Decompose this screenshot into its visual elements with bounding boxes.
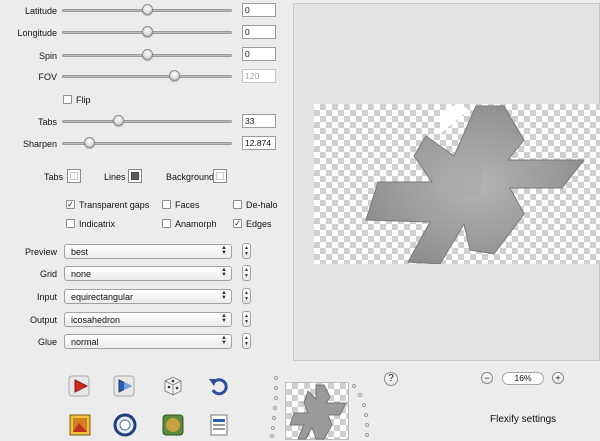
- map-button[interactable]: [160, 412, 186, 438]
- longitude-slider-knob[interactable]: [142, 26, 153, 37]
- navigator-preview-image: [289, 384, 347, 440]
- render-preview-button[interactable]: [67, 373, 93, 399]
- footer-title: Flexify settings: [490, 414, 557, 425]
- globe-button[interactable]: [112, 412, 138, 438]
- tabs-color-label: Tabs: [44, 172, 64, 182]
- anamorph-checkbox[interactable]: [162, 219, 171, 228]
- fov-slider-knob[interactable]: [169, 70, 181, 81]
- zoom-out-button[interactable]: −: [481, 372, 493, 384]
- updown-icon: ▲ ▼: [221, 313, 227, 324]
- output-select-value: icosahedron: [71, 315, 121, 325]
- transparent-gaps-checkbox[interactable]: ✓: [66, 200, 75, 209]
- latitude-label: Latitude: [24, 6, 57, 16]
- output-stepper[interactable]: ▲ ▼: [242, 311, 251, 327]
- glue-stepper[interactable]: ▲ ▼: [242, 333, 251, 349]
- longitude-slider[interactable]: [62, 26, 232, 38]
- spin-slider[interactable]: [62, 49, 232, 61]
- background-color-label: Background: [166, 172, 215, 182]
- tabs-slider[interactable]: [62, 115, 232, 127]
- save-image-button[interactable]: [67, 412, 93, 438]
- spin-field[interactable]: 0: [242, 47, 276, 61]
- updown-icon: ▲ ▼: [221, 290, 227, 301]
- output-label: Output: [29, 315, 57, 325]
- map-icon: [162, 414, 184, 436]
- updown-icon: ▲ ▼: [221, 245, 227, 256]
- preview-select[interactable]: best ▲ ▼: [64, 244, 232, 259]
- updown-icon: ▲ ▼: [221, 267, 227, 278]
- fov-slider[interactable]: [62, 70, 232, 82]
- faces-checkbox[interactable]: [162, 200, 171, 209]
- grid-label: Grid: [39, 269, 57, 279]
- settings-file-button[interactable]: [206, 412, 232, 438]
- anamorph-label: Anamorph: [175, 219, 217, 229]
- dehalo-label: De-halo: [246, 200, 278, 210]
- transparent-gaps-label: Transparent gaps: [79, 200, 150, 210]
- input-select-value: equirectangular: [71, 292, 134, 302]
- lines-color-label: Lines: [104, 172, 126, 182]
- settings-file-icon: [210, 414, 228, 436]
- render-forward-button[interactable]: [112, 373, 138, 399]
- plus-icon: +: [555, 373, 561, 383]
- latitude-field[interactable]: 0: [242, 3, 276, 17]
- flip-label: Flip: [76, 95, 91, 105]
- grid-stepper[interactable]: ▲ ▼: [242, 265, 251, 281]
- tabs-field[interactable]: 33: [242, 114, 276, 128]
- minus-icon: −: [484, 373, 490, 383]
- undo-icon: [209, 378, 228, 396]
- preview-select-value: best: [71, 247, 89, 257]
- render-forward-icon: [113, 375, 135, 397]
- longitude-field[interactable]: 0: [242, 25, 276, 39]
- spin-slider-knob[interactable]: [142, 49, 153, 60]
- sharpen-label: Sharpen: [22, 139, 57, 149]
- faces-label: Faces: [175, 200, 200, 210]
- zoom-level-field[interactable]: 16%: [502, 372, 544, 385]
- latitude-slider-knob[interactable]: [142, 4, 153, 15]
- sharpen-slider[interactable]: [62, 137, 232, 149]
- dehalo-checkbox[interactable]: [233, 200, 242, 209]
- render-preview-icon: [68, 375, 90, 397]
- help-button[interactable]: ?: [384, 372, 398, 386]
- edges-checkbox[interactable]: ✓: [233, 219, 242, 228]
- random-dice-icon: [164, 376, 182, 396]
- input-stepper[interactable]: ▲ ▼: [242, 288, 251, 304]
- icosahedron-preview-image: [365, 104, 586, 264]
- latitude-slider[interactable]: [62, 4, 232, 16]
- indicatrix-checkbox[interactable]: [66, 219, 75, 228]
- preview-canvas[interactable]: [314, 104, 600, 264]
- grid-select[interactable]: none ▲ ▼: [64, 266, 232, 281]
- help-glyph: ?: [388, 373, 394, 384]
- edges-label: Edges: [246, 219, 272, 229]
- sharpen-field[interactable]: 12.874: [242, 136, 276, 150]
- tabs-color-well[interactable]: [67, 169, 81, 183]
- save-image-icon: [69, 414, 91, 436]
- random-button[interactable]: [160, 373, 186, 399]
- background-color-well[interactable]: [213, 169, 227, 183]
- input-label: Input: [36, 292, 57, 302]
- spin-label: Spin: [38, 51, 57, 61]
- output-select[interactable]: icosahedron ▲ ▼: [64, 312, 232, 327]
- preview-label: Preview: [24, 247, 57, 257]
- tabs-slider-knob[interactable]: [113, 115, 125, 126]
- preview-panel[interactable]: [293, 3, 600, 361]
- glue-select-value: normal: [71, 337, 99, 347]
- preview-stepper[interactable]: ▲ ▼: [242, 243, 251, 259]
- glue-select[interactable]: normal ▲ ▼: [64, 334, 232, 349]
- tabs-slider-label: Tabs: [37, 117, 57, 127]
- longitude-label: Longitude: [17, 28, 57, 38]
- undo-button[interactable]: [206, 373, 232, 399]
- indicatrix-label: Indicatrix: [79, 219, 116, 229]
- navigator-thumbnail[interactable]: [285, 382, 349, 440]
- updown-icon: ▲ ▼: [221, 335, 227, 346]
- grid-select-value: none: [71, 269, 92, 279]
- flip-checkbox[interactable]: [63, 95, 72, 104]
- fov-field: 120: [242, 69, 276, 83]
- input-select[interactable]: equirectangular ▲ ▼: [64, 289, 232, 304]
- zoom-in-button[interactable]: +: [552, 372, 564, 384]
- sharpen-slider-knob[interactable]: [84, 137, 96, 148]
- lines-color-well[interactable]: [128, 169, 142, 183]
- glue-label: Glue: [37, 337, 57, 347]
- globe-ring-icon: [113, 413, 137, 437]
- fov-label: FOV: [38, 72, 57, 82]
